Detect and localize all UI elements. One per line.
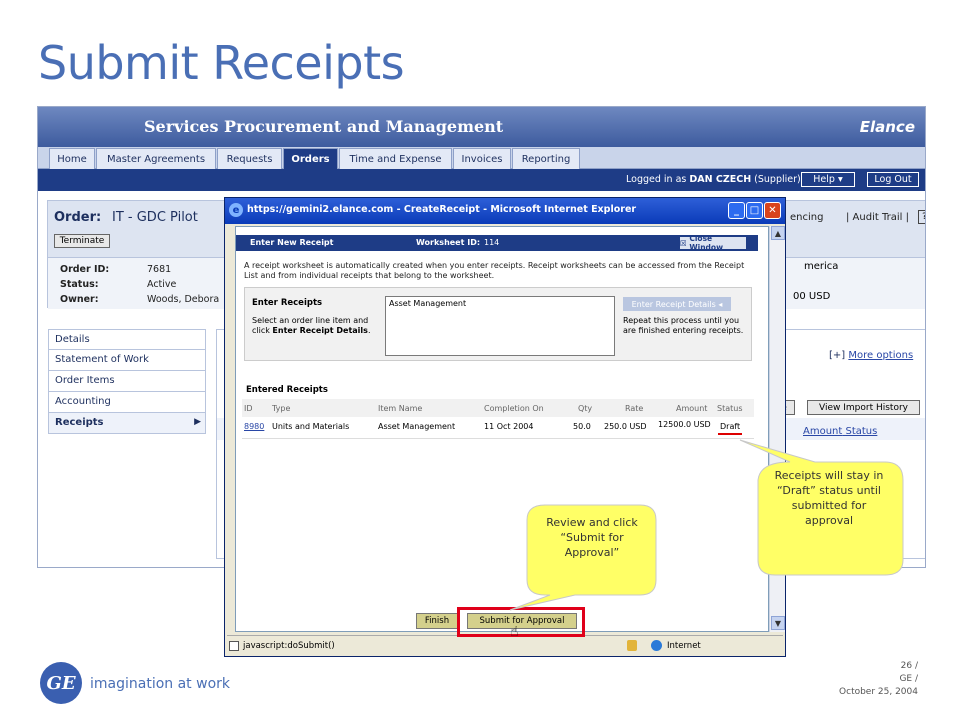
draft-callout-text: Receipts will stay in “Draft” status unt…: [774, 469, 884, 527]
submit-callout-text: Review and click “Submit for Approval”: [546, 516, 638, 559]
slide-date: October 25, 2004: [839, 687, 918, 697]
footer-info: 26 / GE / October 25, 2004: [810, 660, 918, 699]
tagline: imagination at work: [90, 676, 230, 692]
page-number: 26 /: [900, 661, 918, 671]
ge-logo: GE: [40, 662, 82, 704]
company-name: GE /: [899, 674, 918, 684]
callouts-layer: [509, 439, 904, 611]
